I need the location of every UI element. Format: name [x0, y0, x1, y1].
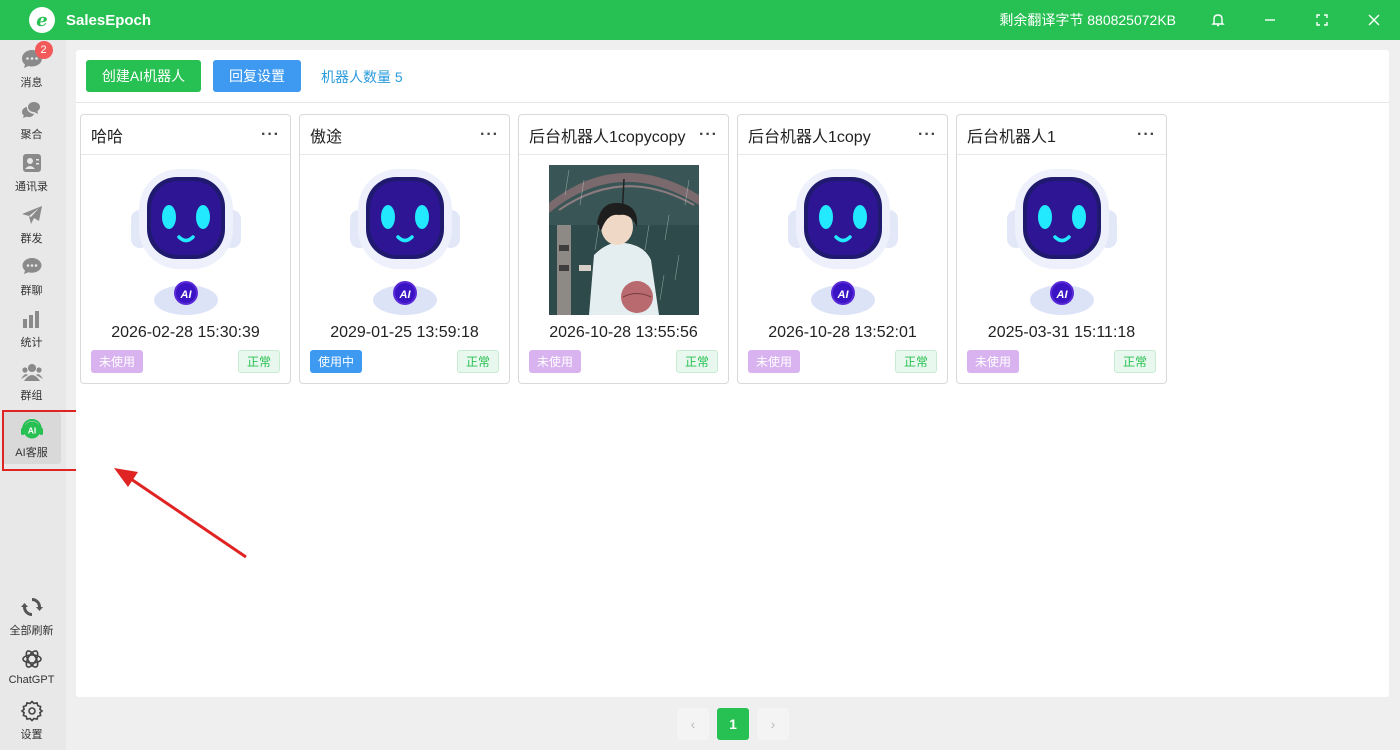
- robot-card[interactable]: 后台机器人1 ··· AI 2025-03-31 15:11:18 未使用 正常: [956, 114, 1167, 384]
- robot-avatar-image: AI: [111, 165, 261, 315]
- sidebar-item-label: 全部刷新: [9, 625, 54, 637]
- sidebar-item-label: 群发: [20, 233, 43, 245]
- avatar-ai-text: AI: [180, 289, 193, 301]
- chatgpt-icon: [19, 647, 45, 671]
- maximize-icon[interactable]: [1296, 0, 1348, 40]
- robot-avatar-image: AI: [768, 165, 918, 315]
- avatar-ai-text: AI: [1056, 289, 1069, 301]
- robot-card[interactable]: 后台机器人1copycopy ··· 2026-10-28 13:55:56 未…: [518, 114, 729, 384]
- sidebar-item-label: 聚合: [20, 129, 43, 141]
- group-chat-icon: [19, 255, 45, 279]
- avatar-ai-text: AI: [399, 289, 412, 301]
- robot-name: 傲途: [310, 128, 343, 146]
- card-header: 后台机器人1 ···: [957, 115, 1166, 155]
- anime-avatar-image: [549, 165, 699, 315]
- sidebar-item-label: 设置: [20, 729, 43, 741]
- card-header: 后台机器人1copy ···: [738, 115, 947, 155]
- robot-date: 2026-10-28 13:55:56: [549, 324, 698, 341]
- create-ai-robot-button[interactable]: 创建AI机器人: [86, 60, 201, 92]
- robot-name: 哈哈: [91, 128, 124, 146]
- more-options-icon[interactable]: ···: [261, 126, 280, 142]
- robot-avatar-image: AI: [987, 165, 1137, 315]
- health-status-badge: 正常: [456, 350, 499, 373]
- minimize-icon[interactable]: [1244, 0, 1296, 40]
- robot-name: 后台机器人1copycopy: [529, 128, 686, 146]
- sidebar-item-label: 群聊: [20, 285, 43, 297]
- prev-page-button[interactable]: ‹: [677, 708, 709, 740]
- sidebar-item-groups[interactable]: 群组: [2, 355, 61, 407]
- translation-quota: 剩余翻译字节 880825072KB: [999, 12, 1176, 28]
- sidebar-item-messages[interactable]: 2 消息: [2, 41, 61, 94]
- sidebar-item-aggregate[interactable]: 聚合: [2, 94, 61, 146]
- contacts-icon: [19, 151, 45, 175]
- notification-bell-icon[interactable]: [1192, 0, 1244, 40]
- more-options-icon[interactable]: ···: [918, 126, 937, 142]
- robot-date: 2026-10-28 13:52:01: [768, 324, 917, 341]
- robot-date: 2029-01-25 13:59:18: [330, 324, 479, 341]
- robot-name: 后台机器人1: [967, 128, 1056, 146]
- main-panel: 创建AI机器人 回复设置 机器人数量 5 哈哈 ··· AI 2026-02-2…: [76, 50, 1389, 697]
- sidebar-item-label: 群组: [20, 390, 43, 402]
- robot-date: 2026-02-28 15:30:39: [111, 324, 260, 341]
- robot-date: 2025-03-31 15:11:18: [987, 324, 1136, 341]
- sidebar-item-contacts[interactable]: 通讯录: [2, 146, 61, 198]
- title-bar: e SalesEpoch 剩余翻译字节 880825072KB: [0, 0, 1400, 40]
- robot-card[interactable]: 哈哈 ··· AI 2026-02-28 15:30:39 未使用 正常: [80, 114, 291, 384]
- card-header: 傲途 ···: [300, 115, 509, 155]
- sidebar-item-stats[interactable]: 统计: [2, 302, 61, 354]
- robot-name: 后台机器人1copy: [748, 128, 871, 146]
- sidebar: 2 消息 聚合 通讯录 群发 群聊 统计 群组 AI AI客服 全部刷新 Cha…: [0, 40, 66, 750]
- page-1-button[interactable]: 1: [717, 708, 749, 740]
- avatar-ai-text: AI: [837, 289, 850, 301]
- usage-status-badge: 未使用: [748, 350, 801, 373]
- usage-status-badge: 未使用: [529, 350, 582, 373]
- sidebar-item-label: ChatGPT: [8, 674, 55, 686]
- title-bar-right: 剩余翻译字节 880825072KB: [999, 0, 1400, 40]
- sidebar-item-broadcast[interactable]: 群发: [2, 198, 61, 250]
- sidebar-item-group-chat[interactable]: 群聊: [2, 250, 61, 302]
- next-page-button[interactable]: ›: [757, 708, 789, 740]
- users-group-icon: [19, 360, 45, 384]
- robot-card[interactable]: 后台机器人1copy ··· AI 2026-10-28 13:52:01 未使…: [737, 114, 948, 384]
- robot-card[interactable]: 傲途 ··· AI 2029-01-25 13:59:18 使用中 正常: [299, 114, 510, 384]
- close-icon[interactable]: [1348, 0, 1400, 40]
- health-status-badge: 正常: [237, 350, 280, 373]
- refresh-icon: [19, 595, 45, 619]
- card-header: 后台机器人1copycopy ···: [519, 115, 728, 155]
- health-status-badge: 正常: [675, 350, 718, 373]
- sidebar-item-label: 统计: [20, 337, 43, 349]
- aggregate-chat-icon: [19, 99, 45, 123]
- card-header: 哈哈 ···: [81, 115, 290, 155]
- toolbar: 创建AI机器人 回复设置 机器人数量 5: [76, 50, 1389, 103]
- sidebar-item-label: 消息: [20, 77, 43, 89]
- robot-count: 机器人数量 5: [321, 69, 403, 85]
- paper-plane-icon: [19, 203, 45, 227]
- app-logo-icon: e: [29, 7, 55, 33]
- usage-status-badge: 未使用: [91, 350, 144, 373]
- usage-status-badge: 使用中: [310, 350, 363, 373]
- reply-settings-button[interactable]: 回复设置: [213, 60, 301, 92]
- more-options-icon[interactable]: ···: [480, 126, 499, 142]
- sidebar-item-refresh-all[interactable]: 全部刷新: [2, 590, 61, 642]
- unread-badge: 2: [34, 41, 53, 59]
- more-options-icon[interactable]: ···: [1137, 126, 1156, 142]
- robot-avatar-image: AI: [330, 165, 480, 315]
- health-status-badge: 正常: [1113, 350, 1156, 373]
- chat-bubble-icon: 2: [19, 41, 53, 71]
- bar-chart-icon: [19, 307, 45, 331]
- sidebar-item-chatgpt[interactable]: ChatGPT: [2, 642, 61, 694]
- health-status-badge: 正常: [894, 350, 937, 373]
- usage-status-badge: 未使用: [967, 350, 1020, 373]
- more-options-icon[interactable]: ···: [699, 126, 718, 142]
- app-title: SalesEpoch: [66, 11, 152, 29]
- sidebar-item-label: 通讯录: [15, 181, 48, 193]
- sidebar-item-settings[interactable]: 设置: [2, 694, 61, 746]
- gear-icon: [19, 699, 45, 723]
